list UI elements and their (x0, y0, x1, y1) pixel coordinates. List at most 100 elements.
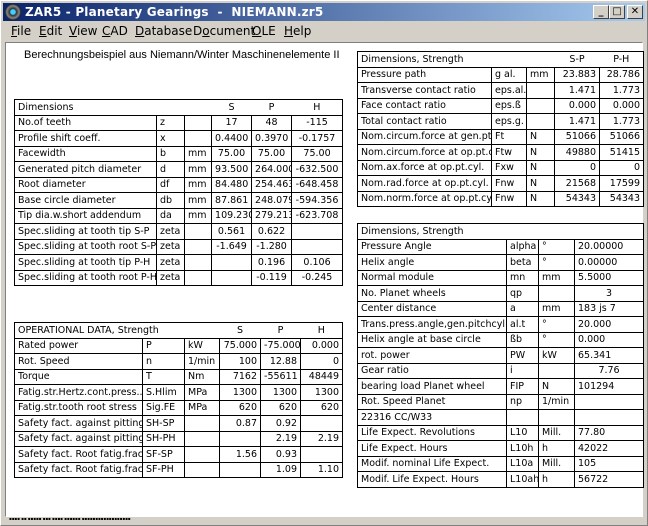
row-unit: 1/min (183, 353, 221, 370)
row-label: Center distance (357, 300, 507, 317)
row-symbol: i (506, 362, 539, 379)
value-p: 620 (260, 399, 302, 416)
row-value: 65.341 (573, 347, 645, 364)
app-gear-icon[interactable] (5, 4, 21, 20)
column-header-p-h: P-H (599, 51, 645, 68)
table-row: Helix angle beta ° 0.00000 (357, 254, 645, 271)
value-s: 1300 (219, 384, 262, 401)
row-symbol: beta (506, 254, 539, 271)
value-s: 75.00 (211, 145, 253, 162)
app-window: ZAR5 - Planetary Gearings - NIEMANN.zr5 … (0, 0, 648, 526)
value-s (219, 461, 262, 478)
row-unit: mm (183, 161, 213, 178)
value-p: 279.213 (251, 207, 293, 224)
menu-edit-label: dit (46, 24, 63, 38)
value-p: 254.463 (251, 176, 293, 193)
table-row: Fatig.str.Hertz.cont.press.. S.Hlim MPa 130… (14, 384, 344, 401)
table-row: Profile shift coeff. x 0.4400 0.3970 -0.1757 (14, 130, 344, 147)
row-unit: N (525, 175, 556, 192)
table-row: Nom.circum.force at op.pt.cyl. Ftw N 49880 5… (357, 144, 645, 161)
menu-bar: File Edit View CAD Database Document OLE… (3, 22, 645, 41)
mesh-strength-table: Dimensions, Strength S-P P-H Pressure path g… (356, 51, 645, 207)
row-value: 77.80 (573, 424, 645, 441)
row-symbol: P (142, 337, 185, 354)
value-s-p: 1.471 (554, 113, 601, 130)
value-s-p: 1.471 (554, 82, 601, 99)
minimize-button[interactable]: _ (593, 5, 609, 19)
row-label: Transverse contact ratio (357, 82, 492, 99)
value-p-h: 0.000 (599, 97, 645, 114)
title-bar[interactable]: ZAR5 - Planetary Gearings - NIEMANN.zr5 … (3, 3, 645, 21)
menu-database[interactable]: Database (135, 22, 192, 41)
row-unit (183, 430, 221, 447)
table-title: Dimensions (13, 99, 212, 116)
value-p: 0.3970 (251, 130, 293, 147)
row-unit (183, 461, 221, 478)
table-row: Safety fact. Root fatig.fract. SF-SP 1.56 0… (14, 446, 344, 463)
table-row: Generated pitch diameter d mm 93.500 264.000… (14, 161, 344, 178)
value-s-p: 54343 (554, 190, 601, 207)
column-header-s: S (219, 322, 261, 339)
row-unit (183, 415, 221, 432)
value-s-p: 23.883 (554, 66, 601, 83)
value-p-h: 54343 (599, 190, 645, 207)
dimensions-table: Dimensions S P H No.of teeth z 17 48 -115 Profile… (13, 99, 344, 286)
row-unit (183, 254, 213, 271)
menu-help[interactable]: Help (284, 22, 311, 41)
value-h (291, 223, 344, 240)
value-h: 620 (300, 399, 344, 416)
table-row: Safety fact. Root fatig.fract. SF-PH 1.09 1… (14, 461, 344, 478)
table-row: Nom.circum.force at gen.pt.cylFtN5106651… (357, 128, 645, 145)
menu-file[interactable]: File (11, 22, 31, 41)
value-s: 100 (219, 353, 262, 370)
column-header-h: H (300, 322, 344, 339)
table-header-row: OPERATIONAL DATA, Strength S P H (13, 322, 344, 339)
row-value (573, 409, 645, 426)
row-value: 56722 (573, 471, 645, 488)
row-unit: ° (538, 331, 575, 348)
table-row: Center distance a mm 183 js 7 (357, 300, 645, 317)
row-label: Safety fact. against pitting (14, 430, 143, 447)
row-symbol: L10h (506, 440, 539, 457)
value-p-h: 51415 (599, 144, 645, 161)
row-label: Nom.rad.force at op.pt.cyl. (357, 175, 492, 192)
close-button[interactable]: ✕ (627, 5, 643, 19)
value-h: -623.708 (291, 207, 344, 224)
value-s: 75.000 (219, 337, 262, 354)
value-p: 12.88 (260, 353, 302, 370)
menu-view[interactable]: View (69, 22, 97, 41)
table-header-row: Dimensions, Strength S-P P-H (356, 51, 645, 68)
row-symbol: eps.ß (491, 97, 527, 114)
menu-view-label: iew (76, 24, 98, 38)
row-unit: Mill. (538, 455, 575, 472)
table-row: Life Expect. Revolutions L10 Mill. 77.80 (357, 424, 645, 441)
row-unit: h (538, 471, 575, 488)
row-label: 22316 CC/W33 (357, 409, 507, 426)
value-s-p: 51066 (554, 128, 601, 145)
row-unit (538, 409, 575, 426)
window-title: ZAR5 - Planetary Gearings - NIEMANN.zr5 (25, 5, 324, 19)
row-value: 7.76 (573, 362, 645, 379)
menu-cad[interactable]: CAD (102, 22, 128, 41)
maximize-button[interactable]: □ (609, 5, 625, 19)
value-p: 48 (251, 114, 293, 131)
row-label: Spec.sliding at tooth tip P-H (14, 254, 157, 271)
row-symbol: SF-PH (142, 461, 185, 478)
menu-document[interactable]: Document (193, 22, 255, 41)
value-h (291, 238, 344, 255)
table-row: Spec.sliding at tooth tip P-H zeta 0.196 0.… (14, 254, 344, 271)
row-unit (183, 130, 213, 147)
row-symbol: mn (506, 269, 539, 286)
menu-help-mnemonic: H (284, 24, 294, 38)
menu-edit[interactable]: Edit (39, 22, 62, 41)
value-p: -75.000 (260, 337, 302, 354)
menu-ole[interactable]: OLE (252, 22, 276, 41)
menu-file-label: ile (17, 24, 32, 38)
table-row: Fatig.str.tooth root stress Sig.FE MPa 620 6… (14, 399, 344, 416)
row-unit: N (525, 144, 556, 161)
row-value: 101294 (573, 378, 645, 395)
row-label: Spec.sliding at tooth tip S-P (14, 223, 157, 240)
table-row: Face contact ratio eps.ß 0.000 0.000 (357, 97, 645, 114)
value-p-h: 17599 (599, 175, 645, 192)
table-title: OPERATIONAL DATA, Strength (13, 322, 220, 339)
